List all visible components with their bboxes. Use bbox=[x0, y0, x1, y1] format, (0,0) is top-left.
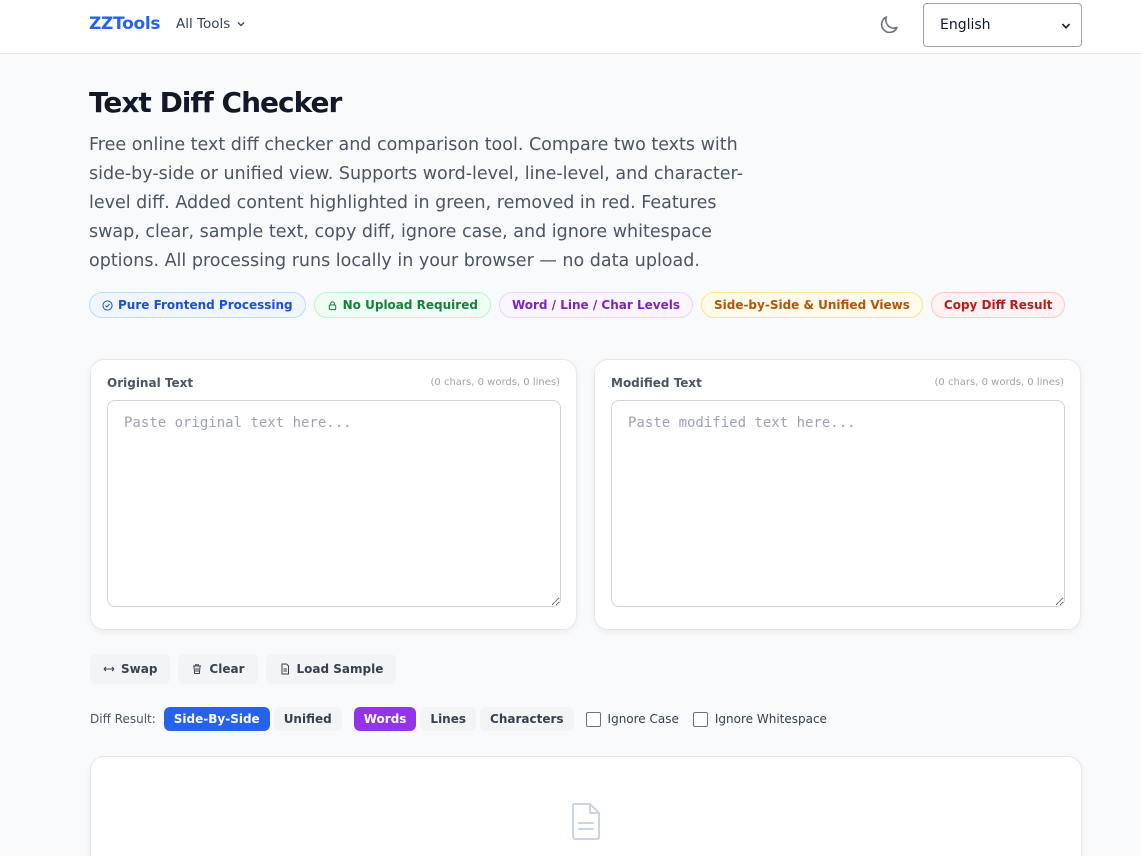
chevron-down-icon bbox=[1061, 23, 1071, 29]
swap-label: Swap bbox=[121, 662, 158, 676]
ignore-whitespace-checkbox[interactable]: Ignore Whitespace bbox=[692, 711, 827, 727]
language-selected-value: English bbox=[940, 17, 991, 33]
badge-copy-diff: Copy Diff Result bbox=[930, 292, 1066, 318]
badge-levels: Word / Line / Char Levels bbox=[498, 292, 693, 318]
check-circle-icon bbox=[102, 299, 113, 311]
badge-label: Copy Diff Result bbox=[943, 298, 1053, 312]
top-navigation-bar: ZZTools All Tools English bbox=[0, 0, 1141, 54]
swap-arrows-icon bbox=[103, 666, 115, 672]
clear-label: Clear bbox=[209, 662, 245, 676]
language-select[interactable]: English bbox=[923, 3, 1082, 47]
checkbox-box[interactable] bbox=[585, 711, 601, 727]
checkbox-box[interactable] bbox=[692, 711, 708, 727]
level-lines-button[interactable]: Lines bbox=[420, 707, 477, 731]
all-tools-menu[interactable]: All Tools bbox=[176, 16, 246, 32]
page-description: Free online text diff checker and compar… bbox=[89, 135, 743, 271]
document-icon bbox=[281, 663, 289, 675]
badge-no-upload: No Upload Required bbox=[313, 292, 491, 318]
modified-text-panel: Modified Text (0 chars, 0 words, 0 lines… bbox=[594, 359, 1081, 630]
modified-text-input[interactable] bbox=[611, 400, 1065, 607]
chevron-down-icon bbox=[237, 22, 245, 27]
original-text-label: Original Text bbox=[107, 376, 194, 390]
badge-label: Pure Frontend Processing bbox=[118, 298, 293, 312]
badge-views: Side-by-Side & Unified Views bbox=[700, 292, 923, 318]
badge-label: Side-by-Side & Unified Views bbox=[713, 298, 910, 312]
diff-options-bar: Diff Result: Side-By-Side Unified Words … bbox=[90, 707, 833, 731]
empty-document-icon bbox=[571, 803, 600, 840]
ignore-whitespace-label: Ignore Whitespace bbox=[714, 712, 827, 726]
ignore-case-checkbox[interactable]: Ignore Case bbox=[585, 711, 679, 727]
badge-label: Word / Line / Char Levels bbox=[511, 298, 680, 312]
modified-text-stats: (0 chars, 0 words, 0 lines) bbox=[934, 377, 1064, 388]
moon-icon[interactable] bbox=[877, 13, 901, 37]
modified-text-label: Modified Text bbox=[611, 376, 702, 390]
swap-button[interactable]: Swap bbox=[90, 654, 171, 684]
feature-badges: Pure Frontend Processing No Upload Requi… bbox=[89, 292, 1066, 318]
ignore-case-label: Ignore Case bbox=[607, 712, 679, 726]
badge-pure-frontend: Pure Frontend Processing bbox=[89, 292, 306, 318]
load-sample-label: Load Sample bbox=[296, 662, 384, 676]
diff-result-label: Diff Result: bbox=[90, 712, 156, 726]
lock-icon bbox=[328, 300, 336, 310]
original-text-input[interactable] bbox=[107, 400, 561, 607]
page-title: Text Diff Checker bbox=[89, 86, 342, 119]
load-sample-button[interactable]: Load Sample bbox=[265, 654, 397, 684]
level-characters-button[interactable]: Characters bbox=[480, 707, 574, 731]
trash-icon bbox=[193, 664, 202, 674]
original-text-stats: (0 chars, 0 words, 0 lines) bbox=[430, 377, 560, 388]
badge-label: No Upload Required bbox=[342, 298, 478, 312]
view-side-by-side-button[interactable]: Side-By-Side bbox=[163, 707, 270, 731]
brand-logo[interactable]: ZZTools bbox=[89, 14, 161, 34]
clear-button[interactable]: Clear bbox=[178, 654, 258, 684]
action-buttons: Swap Clear Load Sample bbox=[90, 654, 397, 684]
view-unified-button[interactable]: Unified bbox=[273, 707, 342, 731]
level-words-button[interactable]: Words bbox=[353, 707, 417, 731]
original-text-panel: Original Text (0 chars, 0 words, 0 lines… bbox=[90, 359, 577, 630]
all-tools-label: All Tools bbox=[176, 16, 231, 32]
diff-result-panel bbox=[90, 756, 1082, 856]
